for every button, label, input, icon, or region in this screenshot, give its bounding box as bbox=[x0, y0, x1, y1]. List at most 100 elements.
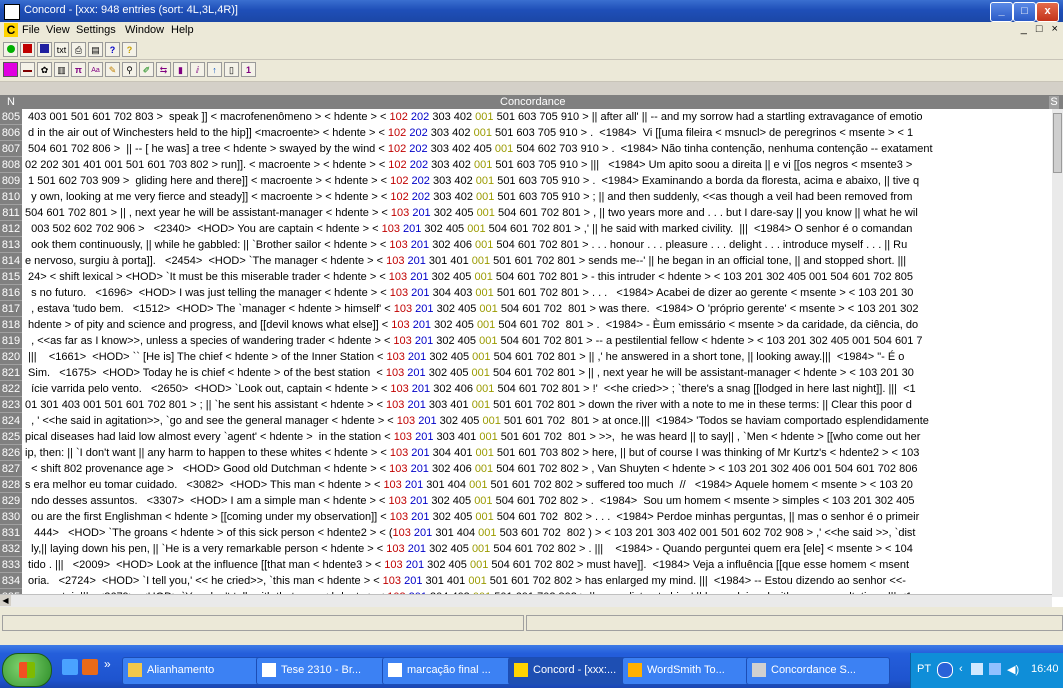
row-number: 817 bbox=[0, 301, 22, 317]
sort-icon[interactable]: ↑ bbox=[207, 62, 222, 77]
print-icon[interactable]: ⎙ bbox=[71, 42, 86, 57]
columns-icon[interactable]: ▥ bbox=[54, 62, 69, 77]
title-bar[interactable]: Concord - [xxx: 948 entries (sort: 4L,3L… bbox=[0, 0, 1063, 22]
task-concordance-s[interactable]: Concordance S... bbox=[746, 657, 890, 685]
scroll-left-arrow-icon[interactable]: ◀ bbox=[0, 595, 11, 606]
row-number: 831 bbox=[0, 525, 22, 541]
horizontal-scrollbar[interactable]: ◀ bbox=[0, 594, 1052, 607]
table-row[interactable]: 805 403 001 501 601 702 803 > speak ]] <… bbox=[0, 109, 1052, 125]
table-row[interactable]: 809 1 501 602 703 909 > gliding here and… bbox=[0, 173, 1052, 189]
bars-icon[interactable]: ▮ bbox=[173, 62, 188, 77]
network-tray-icon[interactable] bbox=[971, 663, 983, 675]
table-row[interactable]: 810 y own, looking at me very fierce and… bbox=[0, 189, 1052, 205]
menu-view[interactable]: View bbox=[46, 24, 70, 36]
edit-icon[interactable]: ✐ bbox=[139, 62, 154, 77]
magenta-color-icon[interactable] bbox=[3, 62, 18, 77]
menu-file[interactable]: File bbox=[22, 24, 40, 36]
table-row[interactable]: 827 < shift 802 provenance age > <HOD> G… bbox=[0, 461, 1052, 477]
table-row[interactable]: 816 s no futuro. <1696> <HOD> I was just… bbox=[0, 285, 1052, 301]
concordance-line: pical diseases had laid low almost every… bbox=[25, 431, 921, 443]
column-header-concordance[interactable]: Concordance bbox=[500, 96, 565, 109]
row-number: 821 bbox=[0, 365, 22, 381]
tray-app-icon[interactable] bbox=[989, 663, 1001, 675]
tip-icon[interactable]: ? bbox=[122, 42, 137, 57]
table-row[interactable]: 823 01 301 403 001 501 601 702 801 > ; ||… bbox=[0, 397, 1052, 413]
grid-header: N Concordance S bbox=[0, 96, 1063, 109]
table-row[interactable]: 834 oria. <2724> <HOD> `I tell you,' << … bbox=[0, 573, 1052, 589]
concordance-line: 1 501 602 703 909 > gliding here and the… bbox=[25, 175, 920, 187]
maximize-button[interactable]: □ bbox=[1013, 2, 1036, 22]
table-row[interactable]: 808 02 202 301 401 001 501 601 703 802 > … bbox=[0, 157, 1052, 173]
table-row[interactable]: 833 tido . ||| <2009> <HOD> Look at the … bbox=[0, 557, 1052, 573]
menu-window[interactable]: Window bbox=[125, 24, 164, 36]
menu-settings[interactable]: Settings bbox=[76, 24, 116, 36]
wordsmith-icon bbox=[628, 663, 642, 677]
font-icon[interactable]: Aa bbox=[88, 62, 103, 77]
table-row[interactable]: 820 ||| <1661> <HOD> `` [He is] The chie… bbox=[0, 349, 1052, 365]
task-alianhamento[interactable]: Alianhamento bbox=[122, 657, 278, 685]
quick-launch-overflow[interactable]: » bbox=[104, 657, 111, 671]
task-label: Tese 2310 - Br... bbox=[281, 664, 362, 676]
search-icon[interactable]: ⚲ bbox=[122, 62, 137, 77]
table-row[interactable]: 807 504 601 702 806 > || -- [ he was] a … bbox=[0, 141, 1052, 157]
help-tray-icon[interactable] bbox=[937, 662, 953, 678]
taskbar: » Alianhamento Tese 2310 - Br... marcaçã… bbox=[0, 645, 1063, 688]
concordance-grid[interactable]: N Concordance S 805 403 001 501 601 702 … bbox=[0, 95, 1063, 607]
concordance-line: 02 202 301 401 001 501 601 703 802 > run… bbox=[25, 159, 913, 171]
table-row[interactable]: 825 pical diseases had laid low almost ev… bbox=[0, 429, 1052, 445]
menu-help[interactable]: Help bbox=[171, 24, 194, 36]
table-row[interactable]: 815 24> < shift lexical > <HOD> `It must… bbox=[0, 269, 1052, 285]
vertical-scrollbar[interactable] bbox=[1052, 109, 1063, 597]
table-row[interactable]: 828 s era melhor eu tomar cuidado. <3082>… bbox=[0, 477, 1052, 493]
table-row[interactable]: 830 ou are the first Englishman < hdente… bbox=[0, 509, 1052, 525]
help-icon[interactable]: ? bbox=[105, 42, 120, 57]
task-label: marcação final ... bbox=[407, 664, 491, 676]
table-row[interactable]: 822 ície varrida pelo vento. <2650> <HOD… bbox=[0, 381, 1052, 397]
line-icon[interactable] bbox=[20, 62, 35, 77]
table-row[interactable]: 821 Sim. <1675> <HOD> Today he is chief … bbox=[0, 365, 1052, 381]
minimize-button[interactable]: _ bbox=[990, 2, 1013, 22]
table-row[interactable]: 824 , ' <<he said in agitation>>, `go an… bbox=[0, 413, 1052, 429]
ql-media-icon[interactable] bbox=[82, 659, 98, 675]
save-icon[interactable] bbox=[20, 42, 35, 57]
ql-ie-icon[interactable] bbox=[62, 659, 78, 675]
column-header-s[interactable]: S bbox=[1049, 96, 1059, 109]
clipboard-icon[interactable]: ▯ bbox=[224, 62, 239, 77]
volume-tray-icon[interactable]: ◀) bbox=[1007, 663, 1019, 676]
brush-icon[interactable]: ✎ bbox=[105, 62, 120, 77]
row-number: 812 bbox=[0, 221, 22, 237]
row-number: 806 bbox=[0, 125, 22, 141]
table-row[interactable]: 814 e nervoso, surgiu à porta]]. <2454> <… bbox=[0, 253, 1052, 269]
tray-arrow-icon[interactable]: ‹ bbox=[959, 663, 963, 675]
print-preview-icon[interactable]: ▤ bbox=[88, 42, 103, 57]
settings-wheel-icon[interactable]: ✿ bbox=[37, 62, 52, 77]
start-button[interactable] bbox=[2, 653, 52, 687]
language-indicator[interactable]: PT bbox=[917, 663, 931, 675]
document-icon bbox=[262, 663, 276, 677]
split-icon[interactable]: ⇆ bbox=[156, 62, 171, 77]
close-button[interactable]: x bbox=[1036, 2, 1059, 22]
pi-icon[interactable]: π bbox=[71, 62, 86, 77]
table-row[interactable]: 832 ly,|| laying down his pen, || `He is… bbox=[0, 541, 1052, 557]
table-row[interactable]: 826 ip, then: || `I don't want || any har… bbox=[0, 445, 1052, 461]
table-row[interactable]: 806 d in the air out of Winchesters held… bbox=[0, 125, 1052, 141]
table-row[interactable]: 811 504 601 702 801 > || , next year he w… bbox=[0, 205, 1052, 221]
text-icon[interactable]: txt bbox=[54, 42, 69, 57]
table-row[interactable]: 813 ook them continuously, || while he g… bbox=[0, 237, 1052, 253]
green-dot-icon[interactable] bbox=[6, 45, 15, 53]
clock[interactable]: 16:40 bbox=[1031, 663, 1059, 675]
number-icon[interactable]: 1 bbox=[241, 62, 256, 77]
column-header-n[interactable]: N bbox=[0, 96, 22, 109]
vertical-scroll-thumb[interactable] bbox=[1053, 113, 1062, 173]
mdi-controls[interactable]: _ □ × bbox=[1021, 23, 1061, 35]
table-row[interactable]: 817 , estava 'tudo bem. <1512> <HOD> The… bbox=[0, 301, 1052, 317]
table-row[interactable]: 829 ndo desses assuntos. <3307> <HOD> I … bbox=[0, 493, 1052, 509]
table-row[interactable]: 818 hdente > of pity and science and pro… bbox=[0, 317, 1052, 333]
table-row[interactable]: 812 003 502 602 702 906 > <2340> <HOD> Y… bbox=[0, 221, 1052, 237]
italic-icon[interactable]: ⅈ bbox=[190, 62, 205, 77]
row-number: 830 bbox=[0, 509, 22, 525]
floppy-icon[interactable] bbox=[37, 42, 52, 57]
table-row[interactable]: 819 , <<as far as I know>>, unless a spe… bbox=[0, 333, 1052, 349]
concordance-line: , <<as far as I know>>, unless a species… bbox=[25, 335, 923, 347]
table-row[interactable]: 831 444> <HOD> `The groans < hdente > of… bbox=[0, 525, 1052, 541]
